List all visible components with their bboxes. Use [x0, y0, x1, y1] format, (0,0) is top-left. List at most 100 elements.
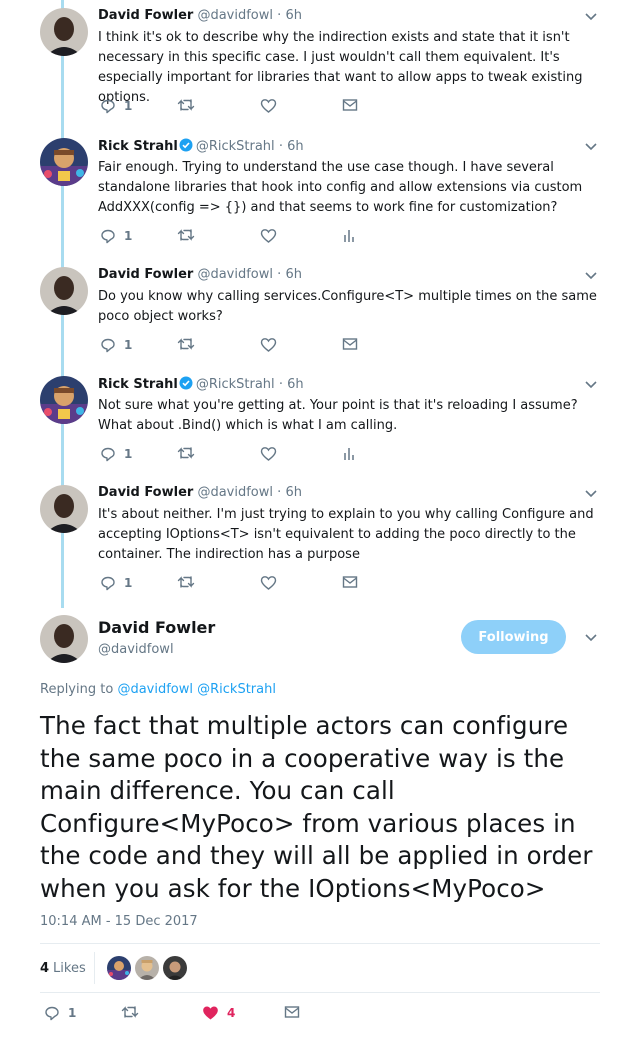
separator-dot: ·: [277, 8, 282, 23]
author-handle[interactable]: @davidfowl: [197, 8, 273, 23]
reply-icon: [101, 99, 115, 114]
reply-button[interactable]: 1: [100, 575, 132, 591]
likes-count-link[interactable]: 4 Likes: [40, 957, 86, 979]
reply-button[interactable]: 1: [100, 446, 132, 462]
mention-link[interactable]: @davidfowl: [117, 682, 193, 697]
replying-prefix: Replying to: [40, 682, 114, 697]
direct-message-button[interactable]: [342, 575, 358, 589]
thread-tweet[interactable]: Rick Strahl @RickStrahl · 6h Not sure wha…: [0, 376, 640, 468]
retweet-button[interactable]: [177, 98, 195, 112]
tweet-header: Rick Strahl @RickStrahl · 6h: [98, 376, 304, 392]
tweet-text: It's about neither. I'm just trying to e…: [98, 507, 594, 562]
verified-badge-icon: [179, 138, 193, 152]
analytics-button[interactable]: [342, 446, 356, 462]
author-name[interactable]: David Fowler: [98, 267, 193, 282]
avatar[interactable]: [40, 267, 88, 315]
like-button[interactable]: [260, 228, 277, 244]
retweet-icon: [121, 1006, 139, 1018]
author-handle[interactable]: @RickStrahl: [196, 377, 275, 392]
separator-dot: ·: [278, 377, 283, 392]
reply-button[interactable]: 1: [100, 228, 132, 244]
tweet-header: David Fowler @davidfowl · 6h: [98, 8, 302, 23]
reply-icon: [45, 1006, 59, 1021]
tweet-time[interactable]: 6h: [287, 139, 304, 154]
retweet-button[interactable]: [177, 228, 195, 242]
direct-message-button[interactable]: [284, 1005, 300, 1019]
separator-dot: ·: [277, 485, 282, 500]
tweet-time[interactable]: 6h: [285, 267, 302, 282]
heart-icon: [260, 338, 277, 352]
chevron-down-icon[interactable]: [584, 380, 598, 390]
tweet-text: I think it's ok to describe why the indi…: [98, 30, 583, 105]
direct-message-button[interactable]: [342, 337, 358, 351]
liker-avatar[interactable]: [135, 956, 159, 980]
liker-avatar[interactable]: [107, 956, 131, 980]
avatar[interactable]: [40, 138, 88, 186]
author-name[interactable]: Rick Strahl: [98, 139, 178, 154]
reply-icon: [101, 576, 115, 591]
chevron-down-icon[interactable]: [584, 142, 598, 152]
retweet-button[interactable]: [177, 446, 195, 460]
like-button[interactable]: 4: [202, 1005, 235, 1021]
author-handle[interactable]: @davidfowl: [197, 267, 273, 282]
author-handle[interactable]: @davidfowl: [197, 485, 273, 500]
avatar[interactable]: [40, 376, 88, 424]
reply-count: 1: [124, 229, 133, 243]
tweet-time[interactable]: 6h: [285, 8, 302, 23]
like-button[interactable]: [260, 446, 277, 462]
reply-count: 1: [124, 576, 133, 590]
avatar[interactable]: [40, 8, 88, 56]
tweet-time[interactable]: 6h: [287, 377, 304, 392]
like-count: 4: [227, 1006, 236, 1020]
tweet-text: Not sure what you're getting at. Your po…: [98, 398, 578, 433]
reply-count: 1: [124, 447, 133, 461]
author-name[interactable]: David Fowler: [98, 8, 193, 23]
tweet-actions: 1: [100, 228, 380, 250]
mail-icon: [342, 576, 358, 588]
main-author-name[interactable]: David Fowler: [98, 618, 215, 637]
reply-button[interactable]: 1: [100, 337, 132, 353]
like-button[interactable]: [260, 337, 277, 353]
main-tweet-actions: 1 4: [44, 1005, 324, 1027]
chevron-down-icon[interactable]: [584, 12, 598, 22]
separator-dot: ·: [277, 267, 282, 282]
retweet-button[interactable]: [177, 337, 195, 351]
retweet-button[interactable]: [177, 575, 195, 589]
heart-icon: [260, 447, 277, 461]
main-tweet-avatar[interactable]: [40, 615, 88, 663]
tweet-timestamp[interactable]: 10:14 AM - 15 Dec 2017: [40, 914, 198, 929]
author-name[interactable]: Rick Strahl: [98, 377, 178, 392]
retweet-icon: [177, 576, 195, 588]
tweet-header: Rick Strahl @RickStrahl · 6h: [98, 138, 304, 154]
likes-label: Likes: [53, 960, 86, 976]
thread-tweet[interactable]: David Fowler @davidfowl · 6h It's about …: [0, 485, 640, 597]
reply-button[interactable]: 1: [100, 98, 132, 114]
chevron-down-icon[interactable]: [584, 489, 598, 499]
chevron-down-icon[interactable]: [584, 271, 598, 281]
thread-tweet[interactable]: David Fowler @davidfowl · 6h Do you know…: [0, 267, 640, 359]
retweet-icon: [177, 447, 195, 459]
replying-to: Replying to @davidfowl @RickStrahl: [40, 682, 276, 697]
author-handle[interactable]: @RickStrahl: [196, 139, 275, 154]
tweet-actions: 1: [100, 98, 380, 120]
thread-tweet[interactable]: Rick Strahl @RickStrahl · 6h Fair enough.…: [0, 138, 640, 250]
author-name[interactable]: David Fowler: [98, 485, 193, 500]
reply-button[interactable]: 1: [44, 1005, 76, 1021]
retweet-button[interactable]: [121, 1005, 139, 1019]
following-button[interactable]: Following: [461, 620, 566, 654]
avatar[interactable]: [40, 485, 88, 533]
tweet-time[interactable]: 6h: [285, 485, 302, 500]
chevron-down-icon[interactable]: [584, 633, 598, 643]
heart-icon: [260, 229, 277, 243]
mention-link[interactable]: @RickStrahl: [197, 682, 276, 697]
liker-avatar[interactable]: [163, 956, 187, 980]
like-button[interactable]: [260, 98, 277, 114]
thread-tweet[interactable]: David Fowler @davidfowl · 6h I think it'…: [0, 8, 640, 120]
tweet-header: David Fowler @davidfowl · 6h: [98, 267, 302, 282]
like-button[interactable]: [260, 575, 277, 591]
analytics-button[interactable]: [342, 228, 356, 244]
main-author-handle[interactable]: @davidfowl: [98, 642, 174, 657]
reply-count: 1: [124, 338, 133, 352]
reply-icon: [101, 338, 115, 353]
direct-message-button[interactable]: [342, 98, 358, 112]
